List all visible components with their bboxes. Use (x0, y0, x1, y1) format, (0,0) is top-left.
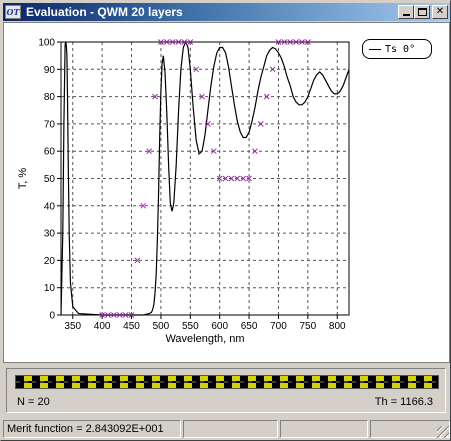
x-tick-label: 500 (153, 321, 170, 332)
x-tick-label: 800 (329, 321, 346, 332)
y-tick-label: 70 (44, 119, 56, 130)
status-bar: Merit function = 2.843092E+001 (3, 420, 450, 439)
title-bar[interactable]: OT Evaluation - QWM 20 layers ✕ (3, 3, 450, 21)
legend-line-swatch (369, 48, 381, 50)
merit-function-cell: Merit function = 2.843092E+001 (3, 420, 181, 438)
y-tick-label: 20 (44, 256, 56, 267)
layer-structure-strip (15, 375, 439, 389)
layer-count-label: N = 20 (17, 396, 50, 408)
y-tick-label: 30 (44, 229, 56, 240)
window-title: Evaluation - QWM 20 layers (26, 5, 183, 19)
x-tick-label: 350 (64, 321, 81, 332)
y-tick-label: 90 (44, 65, 56, 76)
maximize-button[interactable] (414, 5, 430, 19)
x-tick-label: 600 (211, 321, 228, 332)
x-tick-label: 400 (94, 321, 111, 332)
x-axis-label: Wavelength, nm (165, 333, 244, 345)
legend-entry: Ts 0° (385, 43, 416, 55)
optimization-status-panel: N = 20 Th = 1166.3 (6, 368, 446, 413)
y-tick-label: 60 (44, 147, 56, 158)
merit-function-text: Merit function = 2.843092E+001 (7, 423, 164, 435)
y-axis-label: T, % (17, 168, 29, 190)
chart-grid (61, 41, 349, 316)
minimize-icon (402, 14, 410, 16)
target-marker (263, 93, 270, 100)
window-controls: ✕ (398, 5, 448, 19)
evaluation-window: OT Evaluation - QWM 20 layers ✕ 350 400 45… (0, 0, 451, 441)
x-tick-label: 650 (241, 321, 258, 332)
target-marker (269, 66, 276, 73)
app-logo-icon[interactable]: OT (5, 5, 21, 19)
close-icon: ✕ (435, 6, 445, 17)
status-cell-2 (183, 420, 278, 438)
x-tick-label: 550 (182, 321, 199, 332)
chart-legend[interactable]: Ts 0° (362, 39, 432, 59)
y-tick-label: 0 (49, 311, 55, 322)
x-tick-label: 700 (270, 321, 287, 332)
y-tick-label: 40 (44, 201, 56, 212)
close-button[interactable]: ✕ (432, 5, 448, 19)
plot-panel[interactable]: 350 400 450 500 550 600 650 700 750 800 0 10 20 30 40 5… (3, 22, 450, 363)
y-tick-label: 50 (44, 174, 56, 185)
y-tick-label: 100 (38, 38, 55, 49)
x-tick-label: 750 (300, 321, 317, 332)
minimize-button[interactable] (398, 5, 414, 19)
y-tick-label: 80 (44, 92, 56, 103)
y-tick-label: 10 (44, 283, 56, 294)
resize-grip[interactable] (437, 426, 449, 438)
thickness-label: Th = 1166.3 (374, 396, 433, 408)
x-tick-label: 450 (123, 321, 140, 332)
status-cell-3 (280, 420, 368, 438)
transmittance-chart[interactable]: 350 400 450 500 550 600 650 700 750 800 0 10 20 30 40 5… (4, 23, 449, 362)
maximize-icon (417, 8, 427, 16)
